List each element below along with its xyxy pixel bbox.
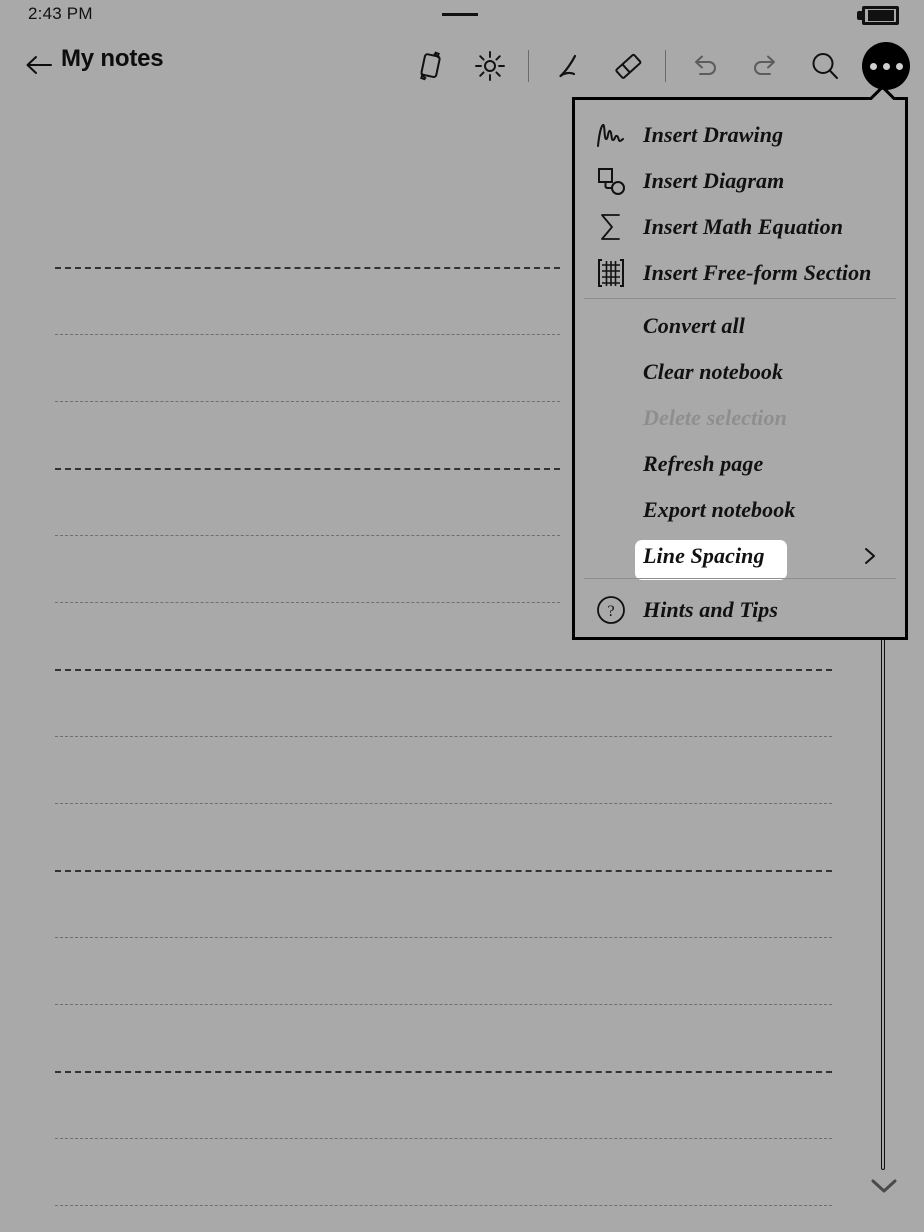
menu-item-line-spacing[interactable]: Line Spacing	[575, 533, 905, 579]
pen-tool-icon[interactable]	[546, 44, 590, 88]
dash-indicator	[442, 13, 478, 16]
brightness-icon[interactable]	[468, 44, 512, 88]
menu-item-label: Line Spacing	[643, 543, 765, 568]
menu-item-label: Export notebook	[643, 497, 796, 522]
status-clock: 2:43 PM	[28, 4, 93, 23]
chevron-right-icon	[861, 547, 879, 565]
more-options-menu: Insert Drawing Insert Diagram Insert Mat…	[572, 97, 908, 640]
page-title: My notes	[61, 45, 164, 72]
notebook-ruled-line	[55, 669, 832, 671]
menu-item-export-notebook[interactable]: Export notebook	[575, 487, 905, 533]
svg-text:?: ?	[607, 603, 614, 620]
more-options-icon[interactable]	[862, 42, 910, 90]
menu-item-label: Insert Math Equation	[643, 214, 844, 239]
scribble-icon	[593, 117, 629, 153]
search-icon[interactable]	[803, 44, 847, 88]
notebook-ruled-line	[55, 1205, 832, 1206]
notebook-ruled-line	[55, 937, 832, 938]
battery-full-icon	[857, 6, 899, 25]
rotate-screen-icon[interactable]	[408, 44, 452, 88]
menu-divider-1	[584, 298, 896, 299]
menu-item-insert-free-form-section[interactable]: Insert Free-form Section	[575, 250, 905, 296]
menu-item-refresh-page[interactable]: Refresh page	[575, 441, 905, 487]
menu-item-insert-math-equation[interactable]: Insert Math Equation	[575, 204, 905, 250]
page-scrollbar[interactable]	[877, 630, 889, 1170]
menu-item-clear-notebook[interactable]: Clear notebook	[575, 349, 905, 395]
notebook-ruled-line	[55, 870, 832, 872]
grid-table-icon	[593, 255, 629, 291]
menu-item-insert-diagram[interactable]: Insert Diagram	[575, 158, 905, 204]
menu-item-label: Insert Diagram	[643, 168, 785, 193]
question-mark-icon: ?	[593, 592, 629, 628]
notebook-ruled-line	[55, 267, 560, 269]
notebook-ruled-line	[55, 1071, 832, 1073]
back-arrow-icon[interactable]	[24, 50, 54, 80]
menu-item-hints-and-tips[interactable]: ? Hints and Tips	[575, 587, 905, 633]
menu-item-convert-all[interactable]: Convert all	[575, 303, 905, 349]
sigma-icon	[593, 209, 629, 245]
notebook-ruled-line	[55, 1004, 832, 1005]
app-toolbar: My notes	[0, 38, 924, 94]
scrollbar-thumb[interactable]	[881, 630, 885, 1170]
more-dot-3	[895, 62, 903, 70]
eraser-tool-icon[interactable]	[606, 44, 650, 88]
shapes-icon	[593, 163, 629, 199]
notebook-ruled-line	[55, 468, 560, 470]
menu-item-label: Delete selection	[643, 405, 787, 430]
redo-icon[interactable]	[743, 44, 787, 88]
notebook-ruled-line	[55, 736, 832, 737]
menu-item-delete-selection: Delete selection	[575, 395, 905, 441]
menu-item-label: Insert Free-form Section	[643, 260, 872, 285]
menu-item-label: Hints and Tips	[643, 597, 779, 622]
notebook-ruled-line	[55, 1138, 832, 1139]
notebook-ruled-line	[55, 401, 560, 402]
menu-item-label: Insert Drawing	[643, 122, 784, 147]
more-dot-2	[882, 62, 890, 70]
toolbar-divider-2	[665, 50, 666, 82]
chevron-down-icon[interactable]	[868, 1176, 900, 1196]
more-dot-1	[869, 62, 877, 70]
undo-icon[interactable]	[683, 44, 727, 88]
menu-item-label: Clear notebook	[643, 359, 784, 384]
menu-item-label: Refresh page	[643, 451, 764, 476]
status-bar: 2:43 PM	[0, 0, 924, 30]
toolbar-divider-1	[528, 50, 529, 82]
notebook-ruled-line	[55, 535, 560, 536]
notebook-ruled-line	[55, 803, 832, 804]
menu-item-insert-drawing[interactable]: Insert Drawing	[575, 112, 905, 158]
notebook-ruled-line	[55, 334, 560, 335]
menu-item-label: Convert all	[643, 313, 745, 338]
notebook-ruled-line	[55, 602, 560, 603]
